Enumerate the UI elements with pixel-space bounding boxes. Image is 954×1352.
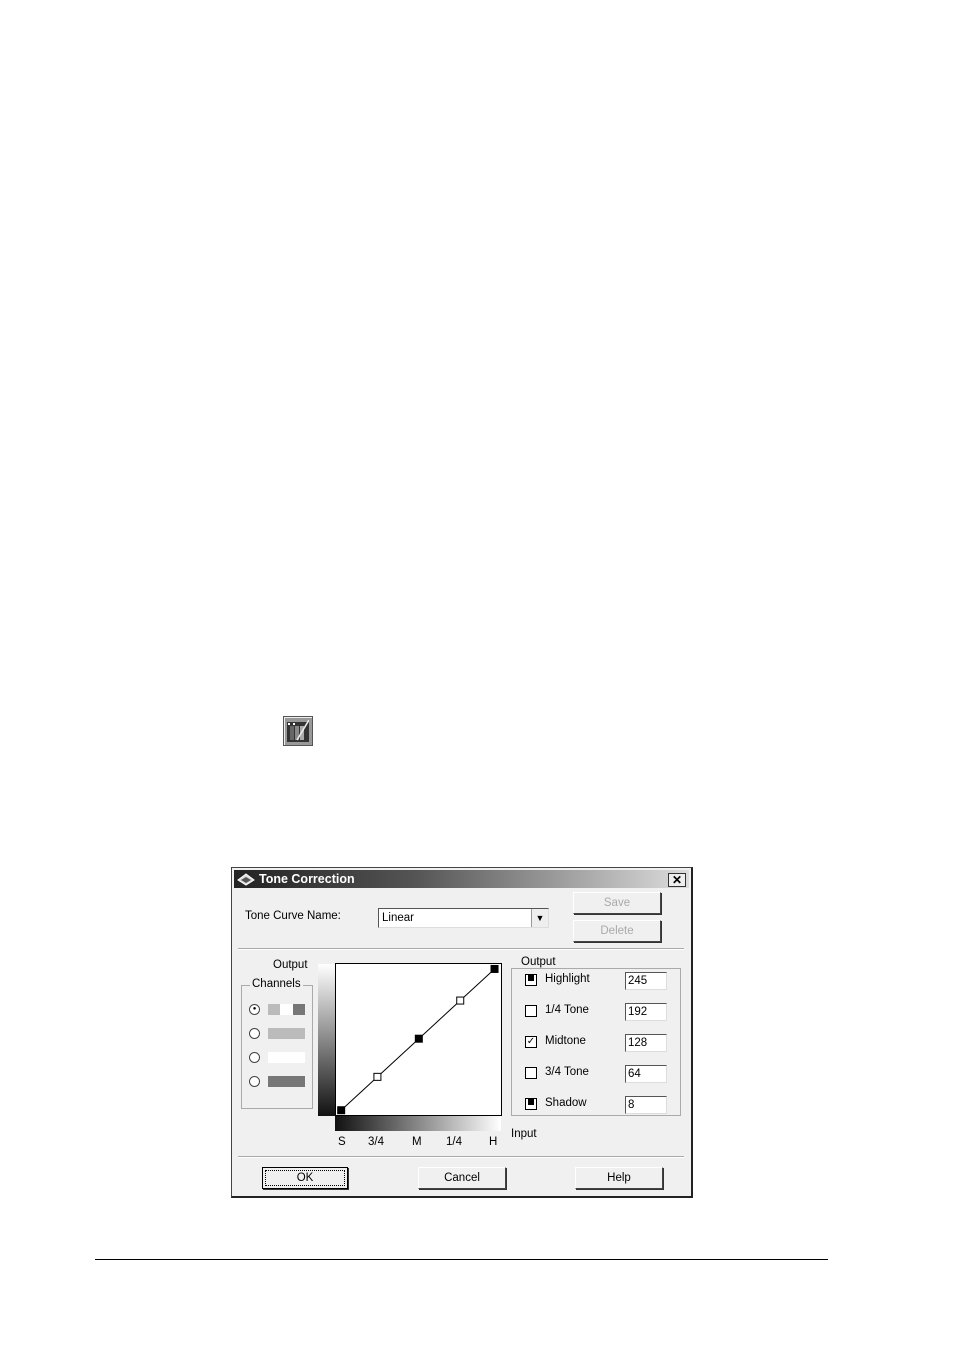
ok-button[interactable]: OK [262,1167,348,1189]
input-tick-label: S [338,1136,346,1148]
output-row-label: Midtone [545,1035,586,1047]
curve-point-handle[interactable] [373,1072,382,1081]
channel-swatch [268,1004,281,1015]
channel-swatch [268,1052,305,1063]
dialog-title: Tone Correction [259,872,355,886]
output-value-field[interactable]: 128 [625,1034,667,1052]
title-bar: Tone Correction ✕ [234,870,689,888]
channel-radio[interactable] [249,1052,260,1063]
output-value-field[interactable]: 64 [625,1065,667,1083]
input-tick-label: M [412,1136,422,1148]
curve-point-handle[interactable] [490,964,499,973]
output-axis-label: Output [273,959,308,971]
input-tick-label: H [489,1136,498,1148]
output-group-label: Output [519,956,558,968]
curve-point-handle[interactable] [456,996,465,1005]
output-value-field[interactable]: 245 [625,972,667,990]
chevron-down-icon[interactable]: ▼ [531,909,548,927]
curve-point-handle[interactable] [414,1034,423,1043]
output-value-field[interactable]: 8 [625,1096,667,1114]
channel-radio[interactable] [249,1028,260,1039]
tone-curve-value: Linear [382,912,414,924]
input-axis-label: Input [511,1128,537,1140]
help-button[interactable]: Help [575,1167,663,1189]
tone-correction-dialog: Tone Correction ✕ Tone Curve Name: Linea… [231,867,693,1198]
output-checkbox[interactable] [525,974,537,986]
output-checkbox[interactable] [525,1005,537,1017]
output-row-label: Shadow [545,1097,587,1109]
save-button[interactable]: Save [573,892,661,914]
channel-radio[interactable]: ● [249,1004,260,1015]
tone-curve-graph[interactable] [335,963,503,1117]
scanner-icon [237,873,255,886]
curve-point-handle[interactable] [337,1106,346,1115]
output-value-field[interactable]: 192 [625,1003,667,1021]
output-gradient [318,964,335,1116]
output-checkbox[interactable] [525,1098,537,1110]
divider [238,1156,684,1158]
tone-correction-icon[interactable] [283,716,313,746]
output-row-label: Highlight [545,973,590,985]
output-checkbox[interactable]: ✓ [525,1036,537,1048]
input-gradient [335,1116,501,1131]
cancel-button[interactable]: Cancel [418,1167,506,1189]
tone-curve-name-label: Tone Curve Name: [245,910,341,922]
output-row-label: 3/4 Tone [545,1066,589,1078]
channel-swatch [268,1076,305,1087]
close-button[interactable]: ✕ [668,873,686,887]
channel-swatch [280,1004,293,1015]
channels-label: Channels [250,978,303,990]
divider [238,948,684,950]
tone-curve-select[interactable]: Linear ▼ [378,908,549,928]
channel-radio[interactable] [249,1076,260,1087]
output-checkbox[interactable] [525,1067,537,1079]
input-tick-label: 1/4 [446,1136,462,1148]
input-tick-label: 3/4 [368,1136,384,1148]
channel-swatch [292,1004,305,1015]
footer-rule [95,1259,828,1260]
channel-swatch [268,1028,305,1039]
output-row-label: 1/4 Tone [545,1004,589,1016]
delete-button[interactable]: Delete [573,920,661,942]
